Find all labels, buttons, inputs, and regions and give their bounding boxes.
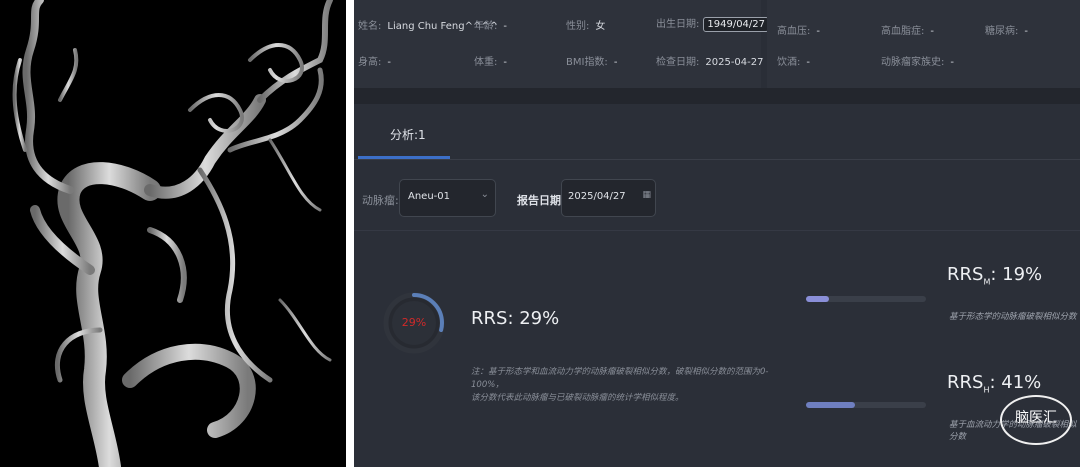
analysis-app: 姓名: Liang Chu Feng^^^^ 年龄: - 性别: 女 出生日期: 194… — [354, 0, 1080, 467]
patient-dob: 出生日期: 1949/04/27 — [656, 15, 770, 32]
calendar-icon[interactable]: ▦ — [642, 190, 651, 200]
watermark-logo: 脑医汇 — [1000, 395, 1072, 445]
tab-analysis-1[interactable]: 分析:1 — [390, 126, 426, 143]
rrs-m-bar — [806, 296, 926, 302]
angiography-3d-image — [0, 0, 346, 467]
rrs-m-note: 基于形态学的动脉瘤破裂相似分数 — [949, 312, 1077, 322]
report-date-value: 2025/04/27 — [568, 191, 626, 202]
rrs-note: 注：基于形态学和血流动力学的动脉瘤破裂相似分数，破裂相似分数的范围为0-100%… — [471, 366, 771, 405]
history-hyperlipidemia: 高血脂症: - — [881, 26, 934, 37]
history-family-aneurysm: 动脉瘤家族史: - — [881, 57, 954, 68]
aneurysm-select[interactable]: Aneu-01 ⌄ — [399, 179, 496, 217]
rrs-h-bar — [806, 402, 926, 408]
patient-info-card: 姓名: Liang Chu Feng^^^^ 年龄: - 性别: 女 出生日期: 194… — [354, 0, 770, 88]
filter-divider — [354, 230, 1080, 231]
rrs-h-title: RRSH: 41% — [947, 372, 1042, 395]
rrs-ring-value: 29% — [401, 316, 427, 329]
tab-divider — [354, 159, 1080, 160]
rrs-title: RRS: 29% — [471, 308, 560, 329]
history-diabetes: 糖尿病: - — [985, 26, 1028, 37]
medical-history-card: 高血压: - 高血脂症: - 糖尿病: - 饮酒: - 动脉瘤家族史: - — [767, 0, 1080, 88]
history-hypertension: 高血压: - — [777, 26, 820, 37]
patient-height: 身高: - — [358, 57, 391, 68]
image-gap — [346, 0, 354, 467]
aneurysm-select-value: Aneu-01 — [408, 191, 451, 202]
aneurysm-label: 动脉瘤: — [362, 194, 399, 207]
rrs-note-line-2: 该分数代表此动脉瘤与已破裂动脉瘤的统计学相似程度。 — [471, 393, 684, 403]
report-date-label: 报告日期: — [517, 194, 566, 207]
section-separator — [354, 88, 1080, 104]
exam-date: 检查日期: 2025-04-27 — [656, 57, 764, 68]
vessel-rendering — [12, 0, 333, 467]
rrs-note-line-1: 注：基于形态学和血流动力学的动脉瘤破裂相似分数，破裂相似分数的范围为0-100%… — [471, 367, 769, 390]
rrs-m-bar-fill — [806, 296, 829, 302]
patient-age: 年龄: - — [474, 21, 507, 32]
rrs-h-bar-fill — [806, 402, 856, 408]
analysis-panel: 分析:1 动脉瘤: Aneu-01 ⌄ 报告日期: 2025/04/27 ▦ 2… — [354, 104, 1080, 467]
report-date-picker[interactable]: 2025/04/27 ▦ — [561, 179, 656, 217]
rrs-m-title: RRSM: 19% — [947, 264, 1043, 287]
patient-weight: 体重: - — [474, 57, 507, 68]
patient-bmi: BMI指数: - — [566, 57, 618, 68]
chevron-down-icon: ⌄ — [480, 189, 489, 200]
patient-sex: 性别: 女 — [566, 21, 606, 32]
history-drinking: 饮酒: - — [777, 57, 810, 68]
